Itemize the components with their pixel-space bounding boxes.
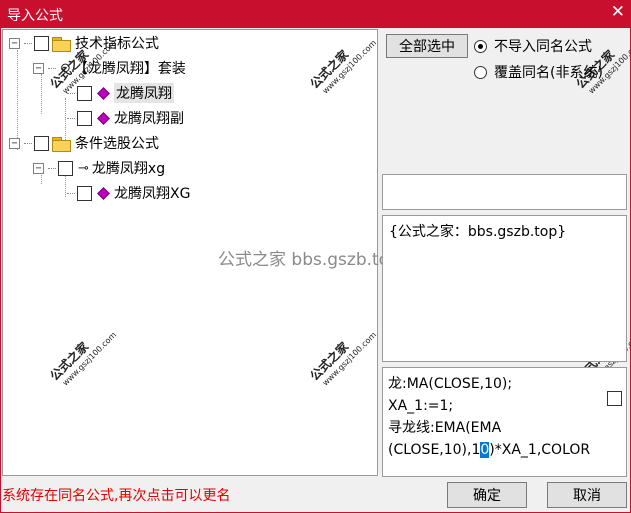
text-selection: 0 bbox=[480, 442, 490, 458]
formula-icon bbox=[97, 86, 110, 100]
item-label: 龙腾凤翔xg bbox=[91, 161, 166, 177]
tree-connector bbox=[24, 142, 32, 144]
tree-group-screening[interactable]: − 条件选股公式 bbox=[9, 132, 159, 154]
item-label: 龙腾凤翔 bbox=[114, 83, 174, 103]
formula-icon bbox=[97, 111, 110, 125]
tree-connector bbox=[48, 67, 56, 69]
tree-connector bbox=[67, 192, 75, 194]
tree-connector bbox=[24, 42, 32, 44]
checkbox[interactable] bbox=[77, 85, 92, 101]
collapse-icon[interactable]: − bbox=[33, 62, 44, 74]
radio-icon[interactable] bbox=[474, 65, 487, 79]
item-label: 龙腾凤翔XG bbox=[114, 186, 191, 202]
tree-item-longteng-xg[interactable]: − ⊸ 龙腾凤翔xg bbox=[33, 157, 165, 179]
tree-item-longteng-sub[interactable]: 龙腾凤翔副 bbox=[65, 107, 184, 129]
checkbox[interactable] bbox=[77, 110, 92, 126]
code-line: XA_1:=1; bbox=[388, 398, 454, 414]
group-label: 条件选股公式 bbox=[75, 136, 159, 152]
tree-connector bbox=[48, 167, 56, 169]
folder-icon bbox=[52, 136, 71, 152]
collapse-icon[interactable]: − bbox=[9, 37, 20, 49]
code-checkbox[interactable] bbox=[607, 391, 622, 406]
item-label: 龙腾凤翔副 bbox=[114, 111, 184, 127]
close-icon[interactable]: ✕ bbox=[611, 2, 625, 22]
formula-source[interactable]: 龙:MA(CLOSE,10); XA_1:=1; 寻龙线:EMA(EMA (CL… bbox=[388, 373, 598, 461]
center-watermark: 公式之家 bbs.gszb.top bbox=[218, 250, 400, 270]
code-line: 龙:MA(CLOSE,10); bbox=[388, 376, 513, 392]
name-box bbox=[382, 174, 627, 210]
cancel-button[interactable]: 取消 bbox=[547, 482, 627, 508]
formula-icon bbox=[97, 186, 110, 200]
radio-overwrite[interactable]: 覆盖同名(非系统) bbox=[474, 62, 603, 82]
tree-item-longteng[interactable]: 龙腾凤翔 bbox=[65, 82, 174, 104]
folder-icon bbox=[52, 36, 71, 52]
checkbox[interactable] bbox=[34, 135, 49, 151]
checkbox[interactable] bbox=[58, 160, 73, 176]
code-line: 寻龙线:EMA(EMA bbox=[388, 420, 502, 436]
description-box[interactable]: {公式之家：bbs.gszb.top} bbox=[382, 215, 627, 362]
title-bar: 导入公式 ✕ bbox=[0, 0, 631, 28]
radio-no-import[interactable]: 不导入同名公式 bbox=[474, 36, 592, 56]
checkbox[interactable] bbox=[77, 185, 92, 201]
tree-connector bbox=[67, 117, 75, 119]
radio-label: 不导入同名公式 bbox=[494, 39, 592, 55]
radio-label: 覆盖同名(非系统) bbox=[494, 65, 603, 81]
tree-item-longteng-XG[interactable]: 龙腾凤翔XG bbox=[65, 182, 190, 204]
code-line: (CLOSE,10),10)*XA_1,COLOR bbox=[388, 442, 591, 458]
window-title: 导入公式 bbox=[7, 8, 63, 24]
collapse-icon[interactable]: − bbox=[33, 162, 44, 174]
collapse-icon[interactable]: − bbox=[9, 137, 20, 149]
status-message: 系统存在同名公式,再次点击可以更名 bbox=[2, 488, 231, 504]
radio-icon[interactable] bbox=[474, 39, 487, 53]
select-all-button[interactable]: 全部选中 bbox=[386, 34, 468, 58]
key-icon: ⊸ bbox=[78, 160, 89, 176]
description-text: {公式之家：bbs.gszb.top} bbox=[389, 224, 567, 240]
tree-guide bbox=[41, 74, 42, 114]
checkbox[interactable] bbox=[34, 35, 49, 51]
ok-button[interactable]: 确定 bbox=[447, 482, 527, 508]
